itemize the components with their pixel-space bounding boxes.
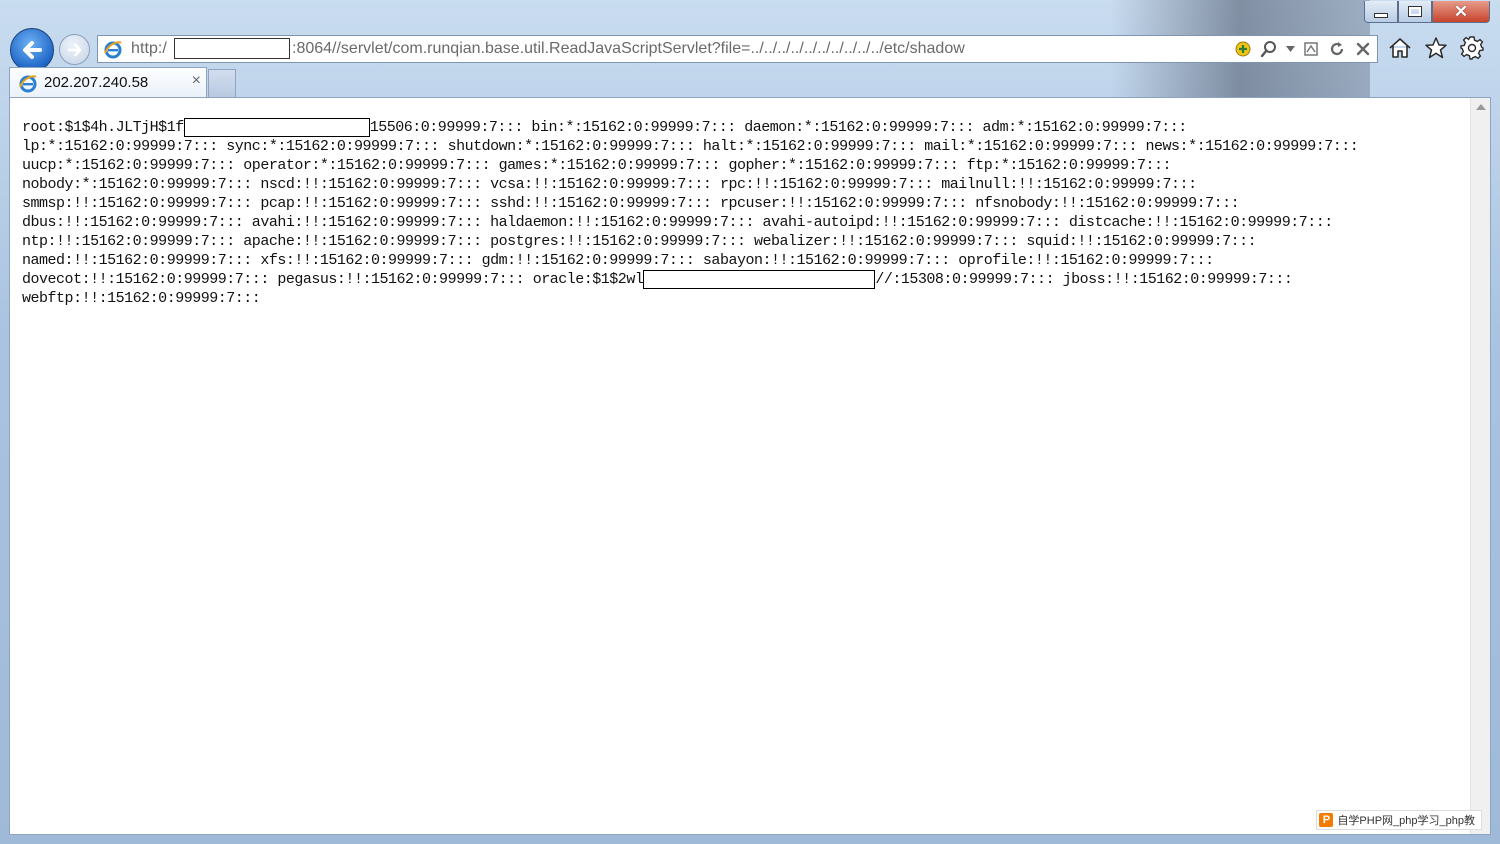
maximize-icon bbox=[1408, 6, 1422, 17]
text-line: lp:*:15162:0:99999:7::: sync:*:15162:0:9… bbox=[22, 138, 1359, 155]
address-tools bbox=[1233, 39, 1373, 59]
shadow-file-text: root:$1$4h.JLTjH$1f 15506:0:99999:7::: bi… bbox=[22, 118, 1462, 308]
minimize-icon bbox=[1374, 13, 1388, 18]
url-scheme: http:/ bbox=[131, 40, 167, 57]
search-icon[interactable] bbox=[1259, 39, 1279, 59]
ie-page-icon bbox=[104, 41, 122, 59]
back-button[interactable] bbox=[10, 28, 54, 72]
redacted-box bbox=[183, 118, 370, 137]
compat-view-icon[interactable] bbox=[1301, 39, 1321, 59]
forward-arrow-icon bbox=[67, 43, 81, 56]
maximize-button[interactable] bbox=[1398, 1, 1432, 23]
text-line: webftp:!!:15162:0:99999:7::: bbox=[22, 290, 261, 307]
watermark-logo: P bbox=[1319, 813, 1334, 827]
back-arrow-icon bbox=[23, 41, 42, 59]
text-line: root:$1$4h.JLTjH$1f 15506:0:99999:7::: bi… bbox=[22, 118, 1462, 137]
command-toolbar bbox=[1388, 35, 1484, 61]
ie-tab-icon bbox=[19, 75, 37, 93]
text-line: dovecot:!!:15162:0:99999:7::: pegasus:!!… bbox=[22, 270, 1462, 289]
text-line: named:!!:15162:0:99999:7::: xfs:!!:15162… bbox=[22, 252, 1214, 269]
page-content: root:$1$4h.JLTjH$1f 15506:0:99999:7::: bi… bbox=[9, 97, 1491, 835]
address-bar[interactable]: http:/ :8064//servlet/com.runqian.base.u… bbox=[97, 35, 1378, 63]
watermark-text: 自学PHP网_php学习_php教 bbox=[1337, 815, 1475, 827]
minimize-button[interactable] bbox=[1364, 1, 1398, 23]
compatibility-icon[interactable] bbox=[1233, 39, 1253, 59]
home-icon[interactable] bbox=[1388, 35, 1412, 61]
line-text: //:15308:0:99999:7::: jboss:!!:15162:0:9… bbox=[875, 271, 1293, 288]
close-icon: ✕ bbox=[1453, 2, 1469, 21]
favorites-star-icon[interactable] bbox=[1424, 35, 1448, 61]
text-line: nobody:*:15162:0:99999:7::: nscd:!!:1516… bbox=[22, 176, 1197, 193]
redacted-box bbox=[643, 270, 876, 289]
tab-close-icon[interactable]: × bbox=[192, 72, 201, 90]
gear-icon[interactable] bbox=[1460, 35, 1484, 61]
window-caption-buttons: ✕ bbox=[1364, 1, 1490, 23]
vertical-scrollbar[interactable] bbox=[1470, 98, 1490, 834]
line-text: 15506:0:99999:7::: bin:*:15162:0:99999:7… bbox=[369, 119, 1188, 136]
tab-label: 202.207.240.58 bbox=[44, 74, 149, 91]
scroll-up-arrow-icon[interactable] bbox=[1476, 104, 1486, 110]
url-path: :8064//servlet/com.runqian.base.util.Rea… bbox=[292, 40, 965, 57]
site-watermark: P 自学PHP网_php学习_php教 bbox=[1316, 810, 1482, 830]
forward-button[interactable] bbox=[59, 34, 90, 65]
line-text: dovecot:!!:15162:0:99999:7::: pegasus:!!… bbox=[22, 271, 644, 288]
new-tab-button[interactable] bbox=[208, 69, 236, 97]
stop-icon[interactable] bbox=[1353, 39, 1373, 59]
text-line: uucp:*:15162:0:99999:7::: operator:*:151… bbox=[22, 157, 1172, 174]
redacted-host-box bbox=[174, 38, 290, 59]
text-line: dbus:!!:15162:0:99999:7::: avahi:!!:1516… bbox=[22, 214, 1333, 231]
dropdown-icon[interactable] bbox=[1285, 39, 1295, 59]
refresh-icon[interactable] bbox=[1327, 39, 1347, 59]
text-line: smmsp:!!:15162:0:99999:7::: pcap:!!:1516… bbox=[22, 195, 1240, 212]
line-text: root:$1$4h.JLTjH$1f bbox=[22, 119, 184, 136]
close-window-button[interactable]: ✕ bbox=[1432, 1, 1490, 23]
tab-active[interactable]: 202.207.240.58 × bbox=[9, 67, 207, 98]
text-line: ntp:!!:15162:0:99999:7::: apache:!!:1516… bbox=[22, 233, 1257, 250]
